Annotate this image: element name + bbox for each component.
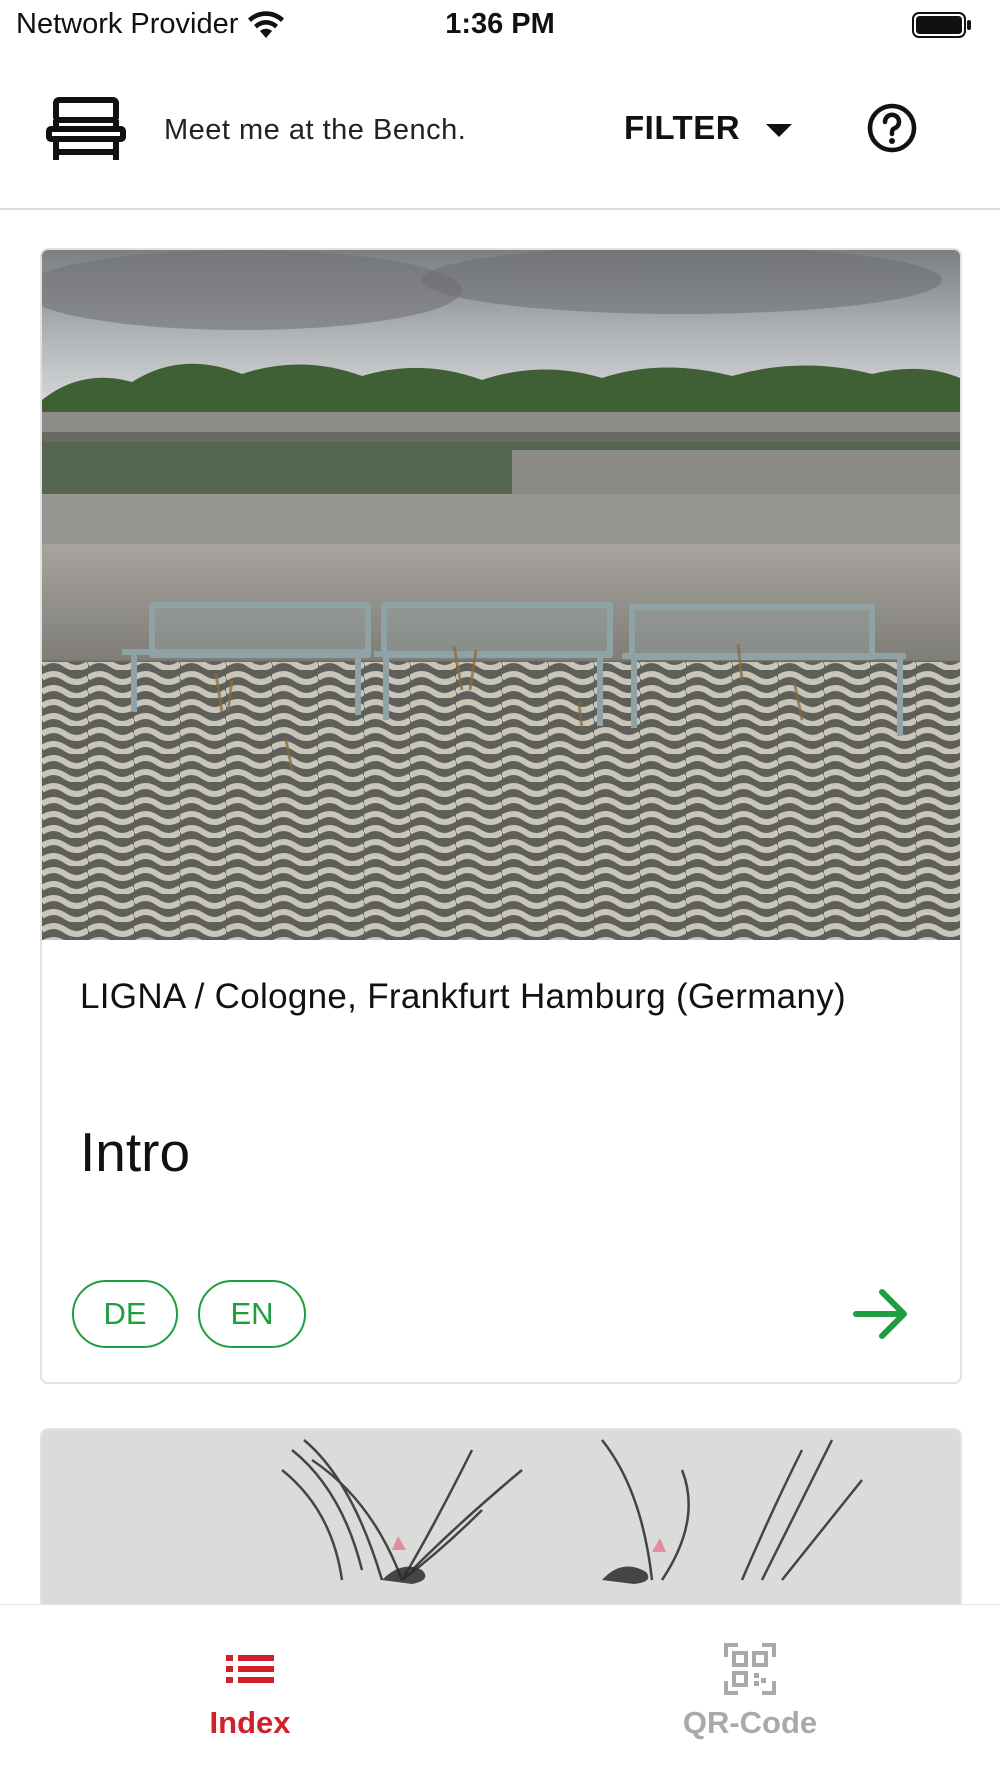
tab-qr-code[interactable]: QR-Code: [500, 1605, 1000, 1778]
language-chip-de[interactable]: DE: [72, 1280, 178, 1348]
list-icon: [226, 1655, 274, 1683]
battery-icon: [912, 12, 971, 38]
status-bar: Network Provider 1:36 PM: [0, 0, 1000, 56]
card-title: Intro: [80, 1121, 191, 1183]
app-tagline: Meet me at the Bench.: [164, 114, 467, 146]
bottom-tab-bar: Index QR-Code: [0, 1604, 1000, 1778]
card-image: [42, 250, 960, 940]
arrow-right-icon[interactable]: [850, 1286, 912, 1342]
content-card[interactable]: [40, 1428, 962, 1604]
status-time: 1:36 PM: [445, 8, 555, 40]
filter-label: FILTER: [624, 109, 741, 146]
card-location: LIGNA / Cologne, Frankfurt Hamburg (Germ…: [80, 977, 846, 1016]
content-card[interactable]: LIGNA / Cologne, Frankfurt Hamburg (Germ…: [40, 248, 962, 1384]
tab-label-index: Index: [209, 1705, 291, 1740]
tab-index[interactable]: Index: [0, 1605, 500, 1778]
filter-dropdown[interactable]: FILTER: [624, 106, 793, 150]
language-chip-en[interactable]: EN: [198, 1280, 306, 1348]
qr-code-icon: [724, 1643, 776, 1695]
dropdown-caret-icon: [766, 123, 793, 137]
bench-logo-icon[interactable]: [46, 96, 126, 164]
app-header: Meet me at the Bench. FILTER: [0, 56, 1000, 210]
help-icon[interactable]: [866, 102, 918, 154]
tab-label-qr-code: QR-Code: [682, 1705, 818, 1740]
card-list[interactable]: LIGNA / Cologne, Frankfurt Hamburg (Germ…: [0, 212, 1000, 1604]
card-image: [42, 1430, 960, 1604]
